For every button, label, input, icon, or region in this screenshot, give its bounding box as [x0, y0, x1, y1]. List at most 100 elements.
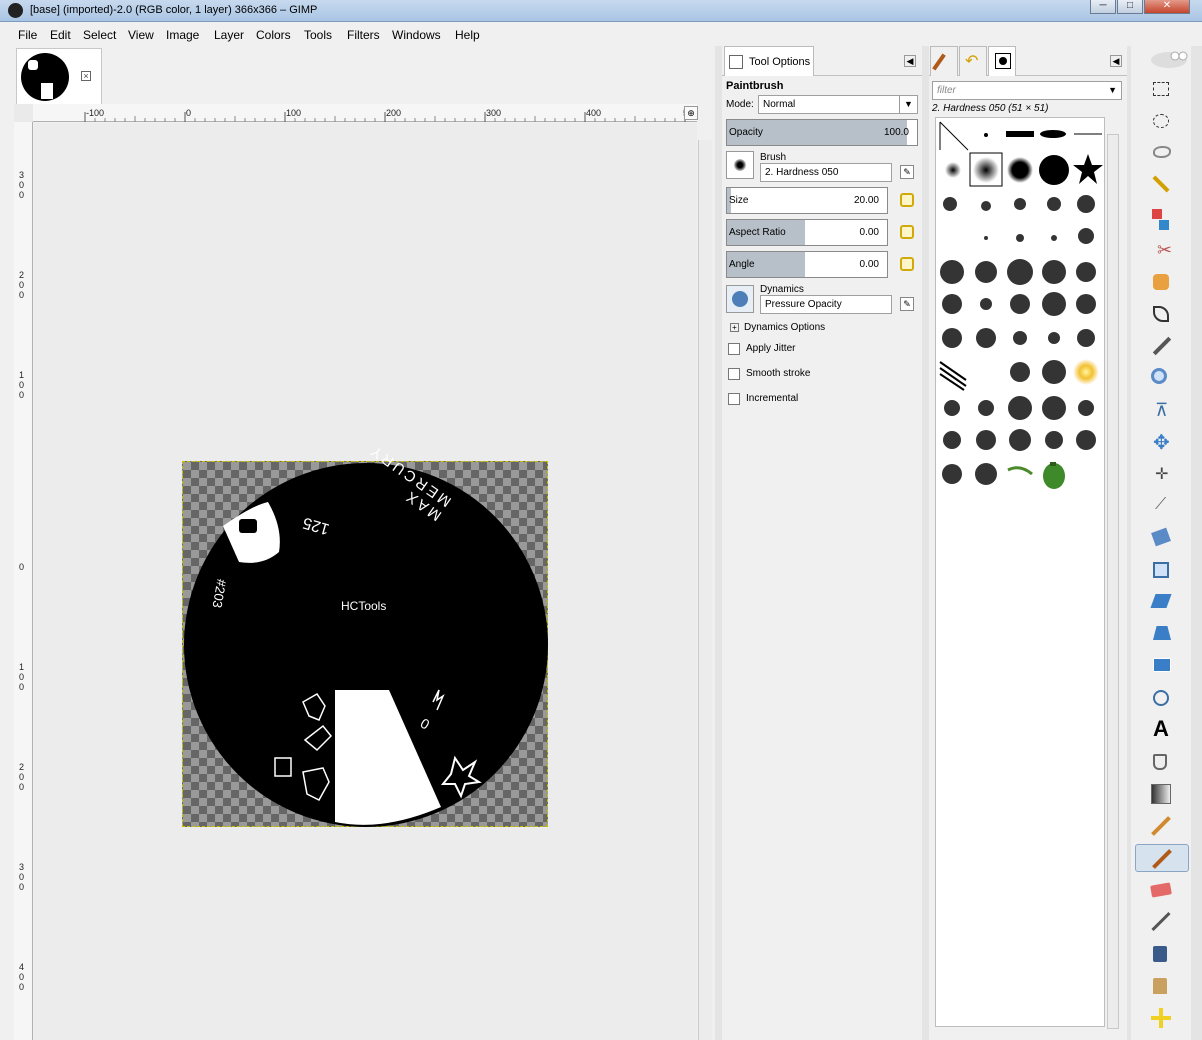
menu-file[interactable]: File — [18, 28, 37, 42]
reset-size-icon[interactable] — [900, 193, 914, 207]
image-tab[interactable]: × — [16, 48, 102, 104]
brush-grid-scrollbar[interactable] — [1107, 134, 1119, 1029]
brush-grid[interactable] — [935, 117, 1105, 1027]
flip-tool[interactable] — [1147, 652, 1175, 680]
tab-undo-history[interactable]: ↶ — [959, 46, 987, 76]
menu-filters[interactable]: Filters — [347, 28, 380, 42]
tab-paint-dynamics[interactable] — [930, 46, 958, 76]
paths-tool[interactable] — [1147, 300, 1175, 328]
reset-aspect-icon[interactable] — [900, 225, 914, 239]
menu-layer[interactable]: Layer — [214, 28, 244, 42]
menu-select[interactable]: Select — [83, 28, 116, 42]
clone-tool[interactable] — [1147, 972, 1175, 1000]
foreground-select-tool[interactable] — [1147, 268, 1175, 296]
image-canvas[interactable]: HCTools MAX MERCURY 125 #203 0 — [182, 441, 548, 827]
panel-separator[interactable] — [715, 46, 722, 1040]
menu-image[interactable]: Image — [166, 28, 199, 42]
dynamics-field[interactable]: Pressure Opacity — [760, 295, 892, 314]
horizontal-ruler[interactable]: -100 0 100 200 300 400 500 — [33, 104, 698, 122]
expand-icon[interactable]: + — [730, 323, 739, 332]
paintbrush-tool[interactable] — [1135, 844, 1189, 872]
rotate-tool[interactable] — [1147, 524, 1175, 552]
aspect-ratio-slider[interactable]: Aspect Ratio 0.00 — [726, 219, 888, 246]
opacity-value: 100.0 — [883, 127, 909, 138]
size-slider[interactable]: Size 20.00 — [726, 187, 888, 214]
ellipse-select-tool[interactable] — [1147, 108, 1175, 136]
perspective-tool[interactable] — [1147, 620, 1175, 648]
color-select-tool[interactable] — [1147, 204, 1175, 232]
canvas-vertical-scrollbar[interactable] — [698, 140, 712, 1040]
move-tool[interactable]: ✥ — [1147, 428, 1175, 456]
aspect-label: Aspect Ratio — [729, 227, 786, 238]
align-tool[interactable]: ✛ — [1147, 460, 1175, 488]
ink-tool[interactable] — [1147, 940, 1175, 968]
mode-select[interactable]: Normal ▼ — [758, 95, 918, 114]
blend-tool[interactable] — [1147, 780, 1175, 808]
menu-help[interactable]: Help — [455, 28, 480, 42]
menu-tools[interactable]: Tools — [304, 28, 332, 42]
menu-view[interactable]: View — [128, 28, 154, 42]
toolbox: ✂ ⊼ ✥ ✛ ⟋ A — [1131, 46, 1191, 1040]
crop-tool[interactable]: ⟋ — [1147, 492, 1175, 520]
tool-options-dock: Tool Options ◀ Paintbrush Mode: Normal ▼… — [722, 46, 922, 1040]
color-picker-tool[interactable] — [1147, 332, 1175, 360]
brush-preview-button[interactable] — [726, 151, 754, 179]
smooth-stroke-label: Smooth stroke — [746, 368, 811, 379]
rect-select-tool[interactable] — [1147, 76, 1175, 104]
smooth-stroke-checkbox[interactable] — [728, 368, 740, 380]
menu-windows[interactable]: Windows — [392, 28, 441, 42]
panel-menu-icon[interactable]: ◀ — [1110, 55, 1122, 67]
brush-field[interactable]: 2. Hardness 050 — [760, 163, 892, 182]
dial-image — [184, 463, 548, 827]
close-tab-icon[interactable]: × — [81, 71, 91, 81]
measure-tool[interactable]: ⊼ — [1147, 396, 1175, 424]
chevron-down-icon: ▼ — [899, 96, 917, 113]
cage-transform-tool[interactable] — [1147, 684, 1175, 712]
airbrush-tool[interactable] — [1147, 908, 1175, 936]
maximize-button[interactable]: □ — [1117, 0, 1143, 14]
fuzzy-select-tool[interactable] — [1147, 172, 1175, 200]
vertical-ruler[interactable]: 300 200 100 0 100 200 300 400 — [14, 122, 33, 1040]
lasso-tool[interactable] — [1147, 140, 1175, 168]
menu-edit[interactable]: Edit — [50, 28, 71, 42]
ruler-label: 300 — [486, 108, 502, 118]
center-label: HCTools — [341, 599, 387, 613]
ruler-corner[interactable] — [14, 104, 33, 122]
brush-preview-icon — [734, 159, 746, 171]
opacity-slider[interactable]: Opacity 100.0 — [726, 119, 918, 146]
edit-brush-icon[interactable]: ✎ — [900, 165, 914, 179]
shear-tool[interactable] — [1147, 588, 1175, 616]
text-tool[interactable]: A — [1147, 716, 1175, 744]
zoom-navigate-icon[interactable]: ⊕ — [684, 106, 698, 120]
image-thumbnail — [21, 53, 69, 101]
gimp-logo-icon — [8, 3, 23, 18]
filter-placeholder: filter — [937, 85, 956, 96]
ruler-label: 200 — [386, 108, 402, 118]
panel-menu-icon[interactable]: ◀ — [904, 55, 916, 67]
bucket-fill-tool[interactable] — [1147, 748, 1175, 776]
pencil-tool[interactable] — [1147, 812, 1175, 840]
incremental-checkbox[interactable] — [728, 393, 740, 405]
tool-options-tabbar: Tool Options ◀ — [722, 46, 922, 76]
dynamics-options-expander[interactable]: Dynamics Options — [744, 322, 825, 333]
panel-separator[interactable] — [922, 46, 929, 1040]
reset-angle-icon[interactable] — [900, 257, 914, 271]
brush-filter-input[interactable]: filter ▼ — [932, 81, 1122, 100]
eraser-tool[interactable] — [1147, 876, 1175, 904]
brush-tab-icon — [932, 53, 946, 71]
close-button[interactable]: ✕ — [1144, 0, 1190, 14]
heal-tool[interactable] — [1147, 1004, 1175, 1032]
scissors-tool[interactable]: ✂ — [1147, 236, 1175, 264]
scale-tool[interactable] — [1147, 556, 1175, 584]
minimize-button[interactable]: ─ — [1090, 0, 1116, 14]
title-bar: [base] (imported)-2.0 (RGB color, 1 laye… — [0, 0, 1202, 22]
apply-jitter-checkbox[interactable] — [728, 343, 740, 355]
edit-dynamics-icon[interactable]: ✎ — [900, 297, 914, 311]
menu-colors[interactable]: Colors — [256, 28, 291, 42]
zoom-tool[interactable] — [1147, 364, 1175, 392]
tab-tool-options[interactable]: Tool Options — [724, 46, 814, 76]
dynamics-button[interactable] — [726, 285, 754, 313]
angle-slider[interactable]: Angle 0.00 — [726, 251, 888, 278]
dynamics-icon — [732, 291, 748, 307]
tab-brushes[interactable] — [988, 46, 1016, 76]
